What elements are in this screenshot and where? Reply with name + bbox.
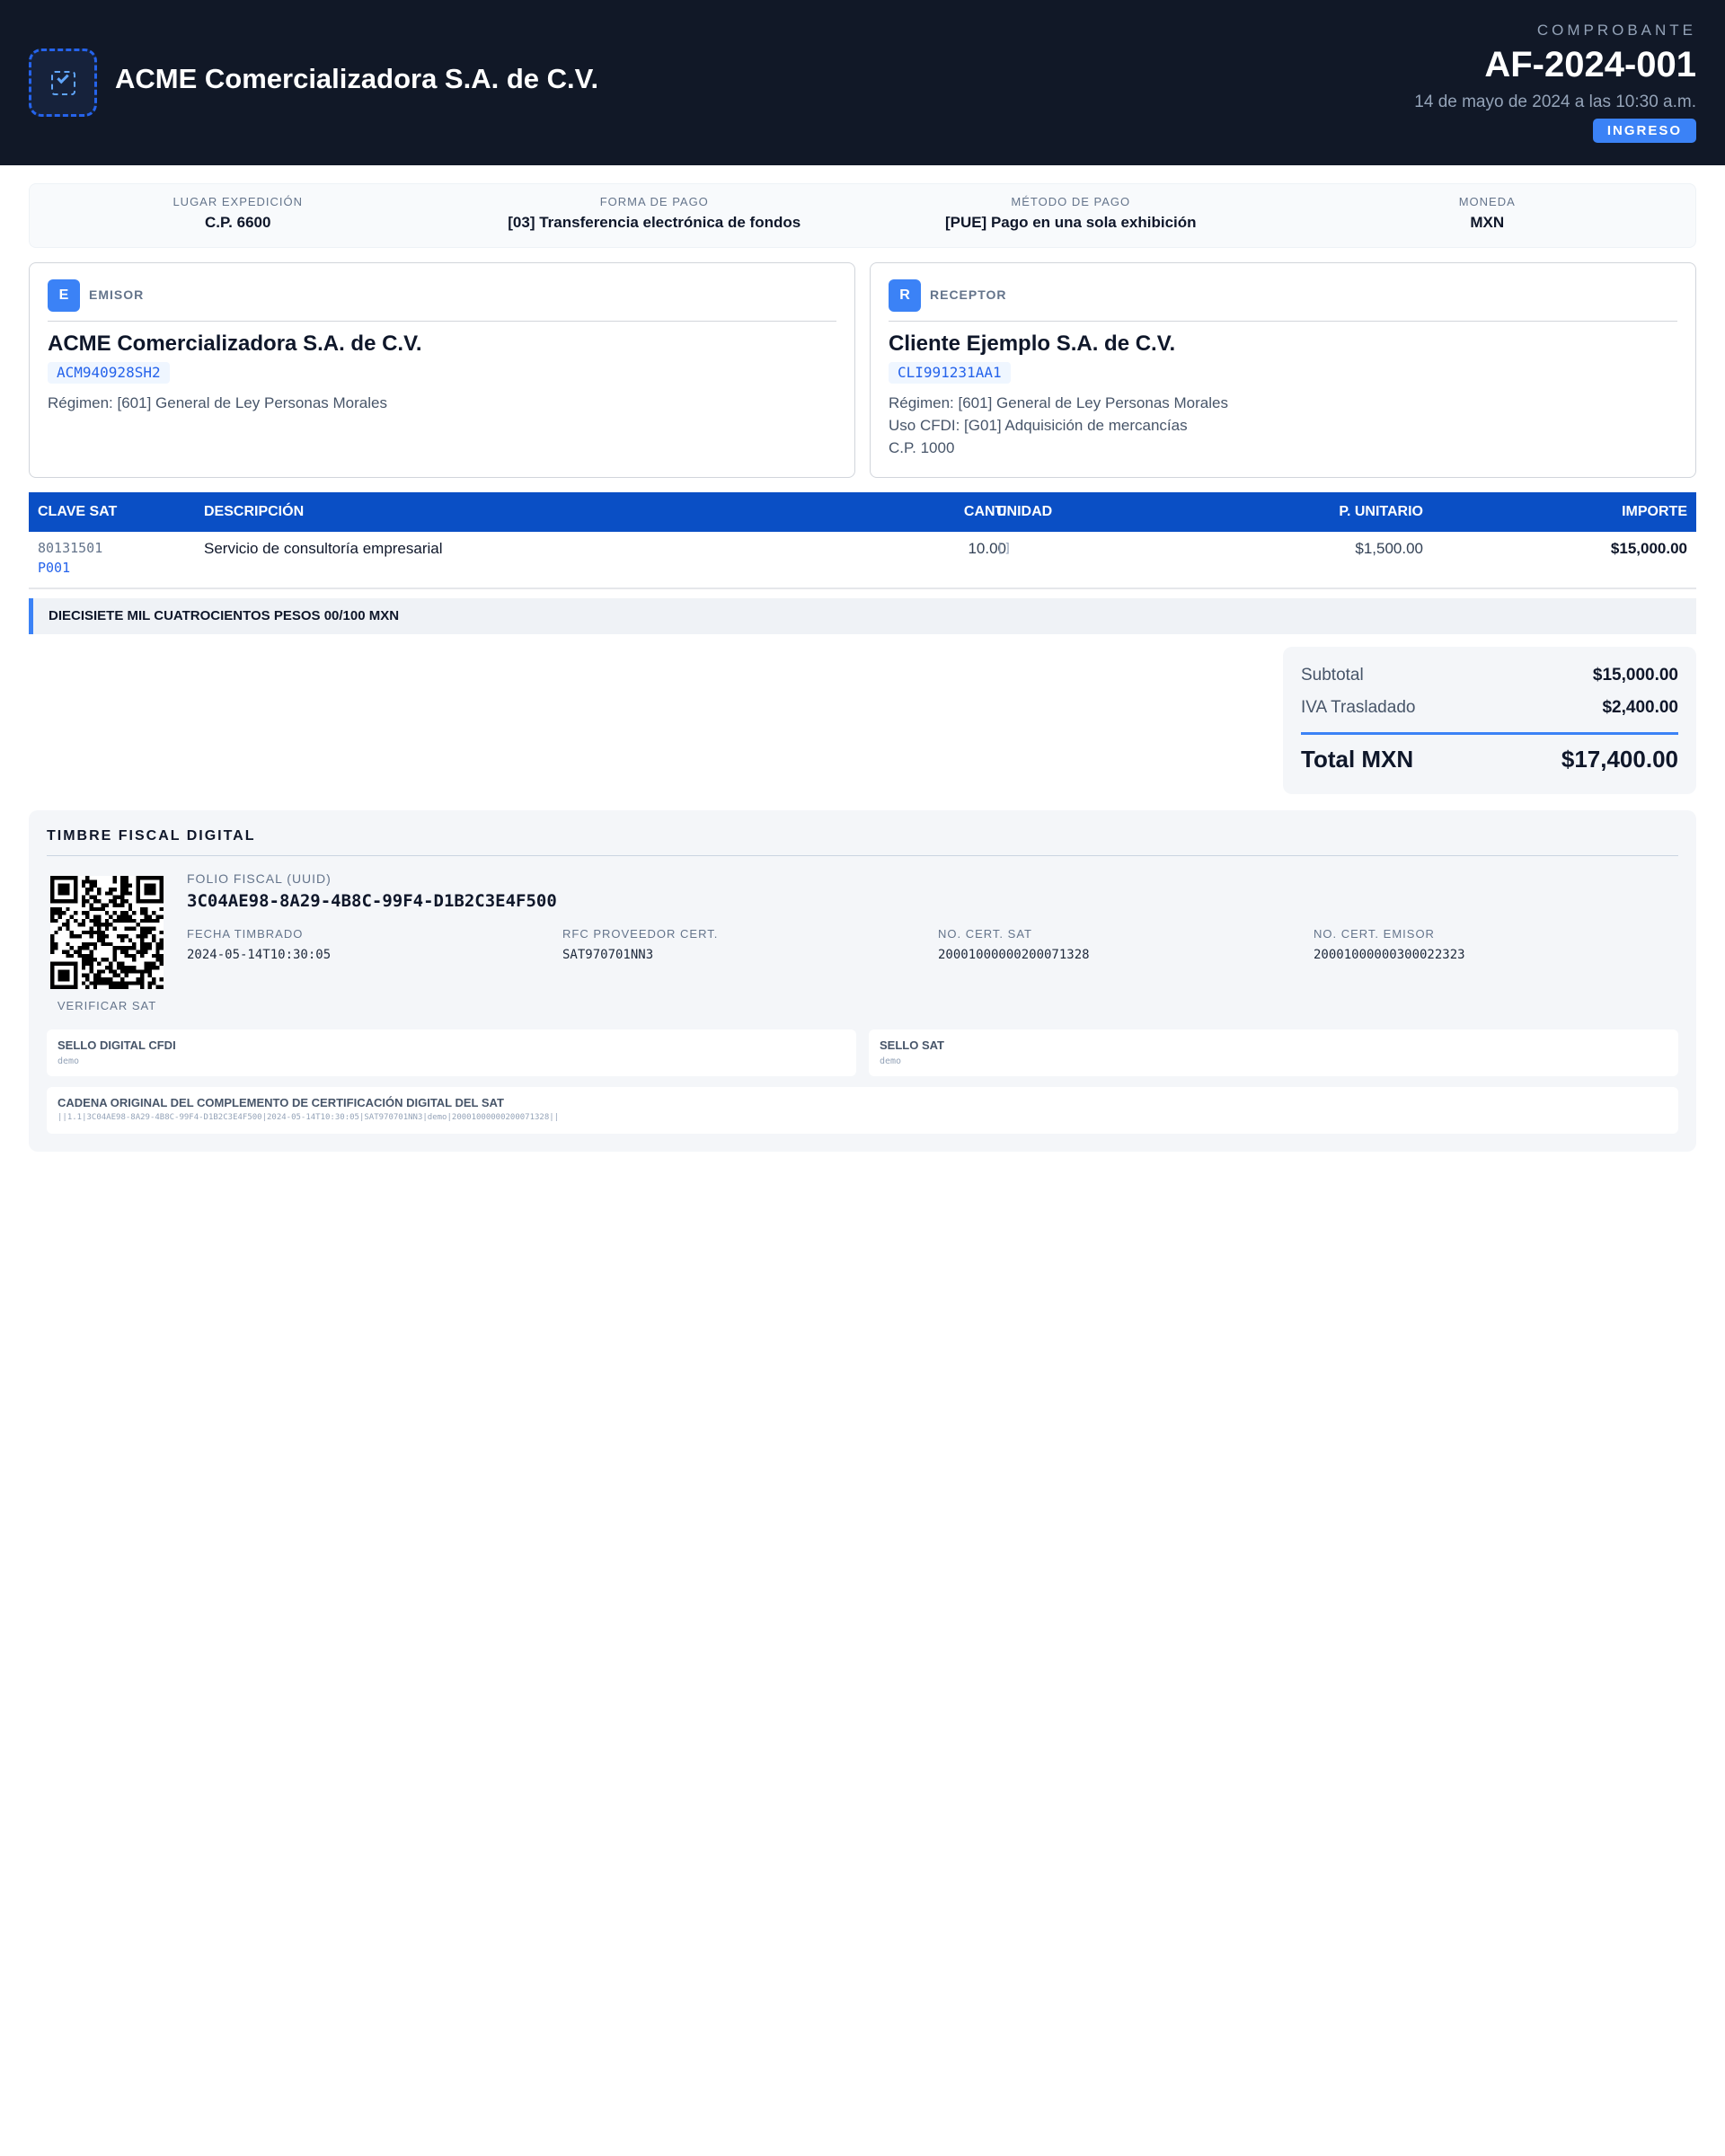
invoice-folio: AF-2024-001: [1484, 45, 1696, 84]
uuid-label: FOLIO FISCAL (UUID): [187, 871, 332, 886]
importe-con-letra: DIECISIETE MIL CUATROCIENTOS PESOS 00/10…: [29, 598, 1696, 634]
iva-label: IVA Trasladado: [1301, 698, 1416, 717]
meta-label: MONEDA: [1458, 195, 1516, 208]
emisor-regimen: Régimen: [601] General de Ley Personas M…: [48, 394, 387, 411]
document-type-label: COMPROBANTE: [1536, 22, 1696, 39]
fecha-timbrado-value: 2024-05-14T10:30:05: [187, 948, 332, 962]
meta-label: LUGAR EXPEDICIÓN: [172, 195, 304, 208]
cadena-original-label: CADENA ORIGINAL DEL COMPLEMENTO DE CERTI…: [58, 1096, 504, 1109]
rfc-proveedor-value: SAT970701NN3: [562, 948, 654, 962]
totals-divider: [1301, 732, 1678, 735]
col-precio-unitario: P. UNITARIO: [1339, 504, 1423, 519]
table-row: 80131501 P001 Servicio de consultoría em…: [29, 532, 1696, 589]
timbre-title: TIMBRE FISCAL DIGITAL: [47, 828, 256, 844]
receptor-card: R RECEPTOR Cliente Ejemplo S.A. de C.V. …: [870, 262, 1696, 478]
meta-moneda: MONEDA MXN: [1279, 184, 1696, 247]
row-unidad: []: [996, 542, 1012, 556]
meta-value: [03] Transferencia electrónica de fondos: [508, 214, 801, 231]
company-logo: [29, 49, 97, 117]
subtotal-label: Subtotal: [1301, 666, 1364, 685]
receptor-regimen: Régimen: [601] General de Ley Personas M…: [889, 394, 1228, 411]
emisor-badge: E: [48, 279, 80, 312]
rfc-proveedor-label: RFC PROVEEDOR CERT.: [562, 927, 719, 941]
col-importe: IMPORTE: [1622, 504, 1687, 519]
items-table-header: CLAVE SAT DESCRIPCIÓN CANT. UNIDAD P. UN…: [29, 492, 1696, 532]
emisor-card: E EMISOR ACME Comercializadora S.A. de C…: [29, 262, 855, 478]
fecha-timbrado-label: FECHA TIMBRADO: [187, 927, 304, 941]
cadena-original-box: CADENA ORIGINAL DEL COMPLEMENTO DE CERTI…: [47, 1087, 1678, 1134]
emisor-name: ACME Comercializadora S.A. de C.V.: [48, 331, 422, 356]
invoice-header: ACME Comercializadora S.A. de C.V. COMPR…: [0, 0, 1725, 165]
receptor-uso-cfdi: Uso CFDI: [G01] Adquisición de mercancía…: [889, 417, 1188, 434]
image-icon: [51, 71, 75, 95]
timbre-fiscal-section: TIMBRE FISCAL DIGITAL VERIFICAR SAT FOLI…: [29, 810, 1696, 1152]
receptor-rfc: CLI991231AA1: [889, 362, 1011, 384]
meta-value: [PUE] Pago en una sola exhibición: [944, 214, 1197, 231]
col-descripcion: DESCRIPCIÓN: [204, 504, 305, 519]
invoice-type-badge: INGRESO: [1592, 119, 1696, 143]
sello-sat-value: demo: [880, 1056, 902, 1066]
company-name: ACME Comercializadora S.A. de C.V.: [115, 63, 599, 94]
sello-cfdi-value: demo: [58, 1056, 80, 1066]
sello-cfdi-box: SELLO DIGITAL CFDI demo: [47, 1029, 856, 1076]
receptor-role-label: RECEPTOR: [930, 287, 1007, 302]
divider: [47, 855, 1678, 856]
qr-caption: VERIFICAR SAT: [57, 999, 157, 1012]
receptor-cp: C.P. 1000: [889, 439, 955, 456]
qr-code-icon[interactable]: [50, 876, 164, 989]
uuid-value: 3C04AE98-8A29-4B8C-99F4-D1B2C3E4F500: [187, 891, 557, 911]
totals-box: Subtotal $15,000.00 IVA Trasladado $2,40…: [1283, 647, 1696, 794]
row-descripcion: Servicio de consultoría empresarial: [204, 540, 443, 557]
meta-label: MÉTODO DE PAGO: [1011, 195, 1131, 208]
total-label: Total MXN: [1301, 746, 1414, 773]
col-clave-sat: CLAVE SAT: [38, 504, 118, 519]
sello-sat-label: SELLO SAT: [880, 1038, 944, 1052]
meta-value: C.P. 6600: [205, 214, 271, 231]
sello-cfdi-label: SELLO DIGITAL CFDI: [58, 1038, 176, 1052]
row-precio-unitario: $1,500.00: [1355, 540, 1423, 557]
row-clave-sat: 80131501: [38, 540, 103, 556]
divider: [889, 321, 1677, 322]
meta-lugar-expedicion: LUGAR EXPEDICIÓN C.P. 6600: [30, 184, 447, 247]
meta-value: MXN: [1470, 214, 1505, 231]
divider: [48, 321, 836, 322]
emisor-rfc: ACM940928SH2: [48, 362, 170, 384]
cert-emisor-label: NO. CERT. EMISOR: [1314, 927, 1435, 941]
meta-forma-pago: FORMA DE PAGO [03] Transferencia electró…: [447, 184, 863, 247]
invoice-date: 14 de mayo de 2024 a las 10:30 a.m.: [1414, 93, 1696, 111]
invoice-meta-bar: LUGAR EXPEDICIÓN C.P. 6600 FORMA DE PAGO…: [29, 183, 1696, 248]
receptor-badge: R: [889, 279, 921, 312]
subtotal-value: $15,000.00: [1592, 666, 1678, 685]
receptor-name: Cliente Ejemplo S.A. de C.V.: [889, 331, 1176, 356]
sello-sat-box: SELLO SAT demo: [869, 1029, 1678, 1076]
meta-label: FORMA DE PAGO: [599, 195, 709, 208]
iva-value: $2,400.00: [1602, 698, 1678, 717]
row-clave-unidad: P001: [38, 560, 71, 576]
cert-sat-value: 20001000000200071328: [938, 948, 1090, 962]
cert-emisor-value: 20001000000300022323: [1314, 948, 1465, 962]
emisor-role-label: EMISOR: [89, 287, 145, 302]
total-value: $17,400.00: [1561, 746, 1678, 773]
cadena-original-value: ||1.1|3C04AE98-8A29-4B8C-99F4-D1B2C3E4F5…: [58, 1113, 560, 1122]
col-unidad: UNIDAD: [996, 504, 1053, 519]
row-importe: $15,000.00: [1610, 540, 1687, 557]
meta-metodo-pago: MÉTODO DE PAGO [PUE] Pago en una sola ex…: [862, 184, 1279, 247]
cert-sat-label: NO. CERT. SAT: [938, 927, 1032, 941]
